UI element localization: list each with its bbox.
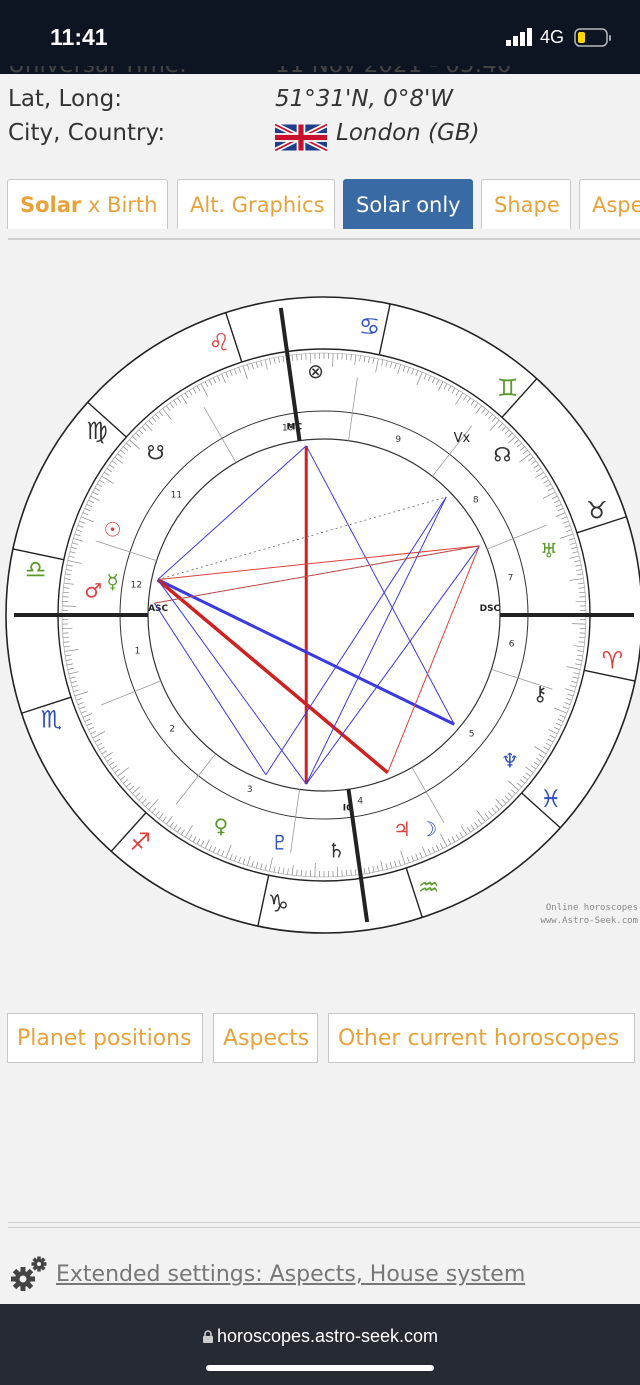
- house-number: 9: [395, 435, 401, 445]
- house-number: 11: [171, 490, 182, 500]
- chart-wheel: ♈♉♊♋♌♍♎♏♐♑♒♓123456789101112ASCDSCMCIC♂☿☉…: [5, 296, 640, 934]
- universal-time-label: Universal Time:: [8, 66, 187, 78]
- divider: [8, 1222, 640, 1223]
- zodiac-sign-glyph: ♑: [268, 889, 290, 917]
- credit-line-1: Online horoscopes: [545, 903, 638, 913]
- planet-glyph: ☽: [419, 817, 437, 841]
- planet-glyph: ☿: [106, 570, 118, 594]
- gear-icon: [11, 1256, 47, 1291]
- other-horoscopes-button[interactable]: Other current horoscopes: [328, 1013, 635, 1063]
- vertex-label: Vx: [454, 431, 471, 446]
- planet-glyph: ⚷: [533, 682, 548, 706]
- planet-glyph: ♅: [540, 539, 558, 563]
- zodiac-sign-glyph: ♍: [86, 417, 108, 445]
- url-text: horoscopes.astro-seek.com: [216, 1326, 439, 1346]
- zodiac-sign-glyph: ♒: [418, 874, 440, 902]
- horoscope-chart: ♈♉♊♋♌♍♎♏♐♑♒♓123456789101112ASCDSCMCIC♂☿☉…: [0, 290, 640, 940]
- chart-actions: Planet positions Aspects Other current h…: [0, 1013, 640, 1063]
- tab-divider: [8, 238, 640, 240]
- tab-aspects[interactable]: Aspe: [579, 179, 640, 229]
- zodiac-sign-glyph: ♏: [41, 706, 63, 734]
- house-number: 6: [509, 640, 515, 650]
- lat-long-value: 51°31'N, 0°8'W: [275, 86, 454, 112]
- lat-long-label: Lat, Long:: [8, 86, 122, 112]
- house-number: 1: [135, 646, 141, 656]
- universal-time-row: Universal Time: 11 Nov 2021 - 05:40: [0, 66, 640, 82]
- planet-glyph: ☋: [147, 440, 165, 464]
- city-value: London (GB): [336, 120, 480, 146]
- zodiac-sign-glyph: ♉: [586, 496, 608, 524]
- browser-url-bar[interactable]: horoscopes.astro-seek.com: [0, 1304, 640, 1385]
- extended-settings: Extended settings: Aspects, House system: [8, 1254, 640, 1294]
- uk-flag-icon: [275, 124, 327, 151]
- house-number: 7: [508, 574, 514, 584]
- planet-glyph: ♇: [271, 831, 289, 855]
- tab-solar-x-birth[interactable]: Solar x Birth: [7, 179, 168, 229]
- extended-settings-link[interactable]: Extended settings: Aspects, House system: [56, 1262, 525, 1287]
- planet-glyph: ☊: [493, 442, 511, 466]
- house-number: 2: [169, 724, 175, 734]
- chart-credit: Online horoscopes www.Astro-Seek.com: [530, 902, 638, 928]
- battery-icon: [574, 28, 611, 47]
- network-type: 4G: [540, 27, 565, 47]
- zodiac-sign-glyph: ♈: [602, 647, 624, 675]
- house-number: 12: [131, 580, 142, 590]
- planet-positions-button[interactable]: Planet positions: [7, 1013, 203, 1063]
- status-bar: 11:41 4G: [0, 0, 640, 74]
- planet-glyph: ♄: [327, 839, 345, 863]
- zodiac-sign-glyph: ♌: [209, 328, 231, 356]
- planet-glyph: ⊗: [307, 359, 324, 383]
- lat-long-row: Lat, Long: 51°31'N, 0°8'W: [0, 86, 640, 120]
- ic-label: IC: [343, 804, 353, 814]
- planet-glyph: ♃: [393, 817, 411, 841]
- lock-icon: [202, 1330, 213, 1343]
- planet-glyph: ♆: [501, 748, 519, 772]
- tab-shape[interactable]: Shape: [481, 179, 571, 229]
- planet-glyph: ♂: [84, 579, 102, 603]
- zodiac-sign-glyph: ♊: [497, 374, 519, 402]
- dsc-label: DSC: [480, 604, 501, 614]
- zodiac-sign-glyph: ♎: [25, 555, 47, 583]
- tab-solar-only[interactable]: Solar only: [343, 179, 473, 229]
- mc-label: MC: [286, 422, 302, 432]
- house-number: 4: [357, 797, 363, 807]
- house-number: 5: [469, 730, 475, 740]
- credit-line-2: www.Astro-Seek.com: [540, 916, 638, 926]
- city-row: City, Country: London (GB): [0, 120, 640, 154]
- signal-icon: [506, 28, 532, 46]
- city-label: City, Country:: [8, 120, 166, 146]
- url-display: horoscopes.astro-seek.com: [0, 1326, 640, 1347]
- tab-solar-x-birth-rest: x Birth: [81, 193, 158, 217]
- aspects-button[interactable]: Aspects: [213, 1013, 318, 1063]
- zodiac-sign-glyph: ♋: [359, 313, 381, 341]
- house-number: 8: [473, 496, 479, 506]
- house-number: 3: [247, 785, 253, 795]
- chart-tabs: Solar x Birth Alt. Graphics Solar only S…: [0, 179, 640, 229]
- zodiac-sign-glyph: ♐: [129, 828, 151, 856]
- clock: 11:41: [50, 24, 108, 50]
- planet-glyph: ♀: [214, 814, 229, 838]
- zodiac-sign-glyph: ♓: [540, 785, 562, 813]
- home-indicator[interactable]: [206, 1365, 434, 1371]
- tab-alt-graphics[interactable]: Alt. Graphics: [177, 179, 335, 229]
- divider: [8, 1227, 640, 1228]
- tab-solar-x-birth-bold: Solar: [20, 193, 82, 217]
- planet-glyph: ☉: [104, 518, 122, 542]
- universal-time-value: 11 Nov 2021 - 05:40: [275, 66, 512, 78]
